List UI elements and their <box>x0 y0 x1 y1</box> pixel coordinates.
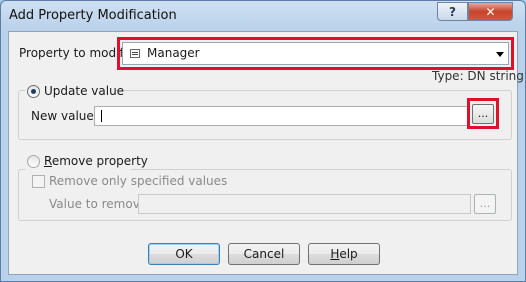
ok-button[interactable]: OK <box>148 243 220 265</box>
remove-label-rest: emove property <box>51 154 148 168</box>
close-button[interactable]: ✕ <box>468 2 513 21</box>
remove-mnemonic: R <box>44 154 52 168</box>
window-title: Add Property Modification <box>9 8 177 23</box>
update-value-radio[interactable] <box>27 85 40 98</box>
close-icon: ✕ <box>485 4 496 19</box>
chevron-down-icon <box>496 52 504 57</box>
property-dropdown[interactable]: Manager <box>122 42 509 65</box>
help-mnemonic: H <box>330 247 340 261</box>
help-button[interactable]: Help <box>308 243 380 265</box>
help-caption-button[interactable]: ? <box>437 2 468 21</box>
help-label-rest: elp <box>339 247 358 261</box>
list-icon <box>130 49 140 58</box>
value-to-remove-browse-button[interactable]: ... <box>474 194 496 214</box>
dialog-body: Property to modify: Manager Type: DN str… <box>8 31 524 275</box>
value-to-remove-label: Value to remove: <box>49 197 152 211</box>
update-value-label[interactable]: Update value <box>44 84 124 98</box>
new-value-input[interactable] <box>94 106 469 126</box>
new-value-browse-button[interactable]: ... <box>472 104 494 124</box>
dialog-window: Add Property Modification ? ✕ Property t… <box>0 0 526 282</box>
title-bar[interactable]: Add Property Modification ? ✕ <box>1 1 525 31</box>
remove-property-label[interactable]: Remove property <box>44 154 148 168</box>
question-icon: ? <box>449 4 456 19</box>
cancel-button[interactable]: Cancel <box>228 243 300 265</box>
remove-only-specified-label: Remove only specified values <box>49 174 228 188</box>
value-to-remove-input[interactable] <box>138 194 471 214</box>
remove-property-radio[interactable] <box>27 155 40 168</box>
property-value: Manager <box>147 46 200 60</box>
new-value-label: New value: <box>31 109 98 123</box>
remove-only-specified-checkbox[interactable] <box>32 175 45 188</box>
property-type-hint: Type: DN string <box>432 69 524 83</box>
text-cursor <box>101 110 102 122</box>
